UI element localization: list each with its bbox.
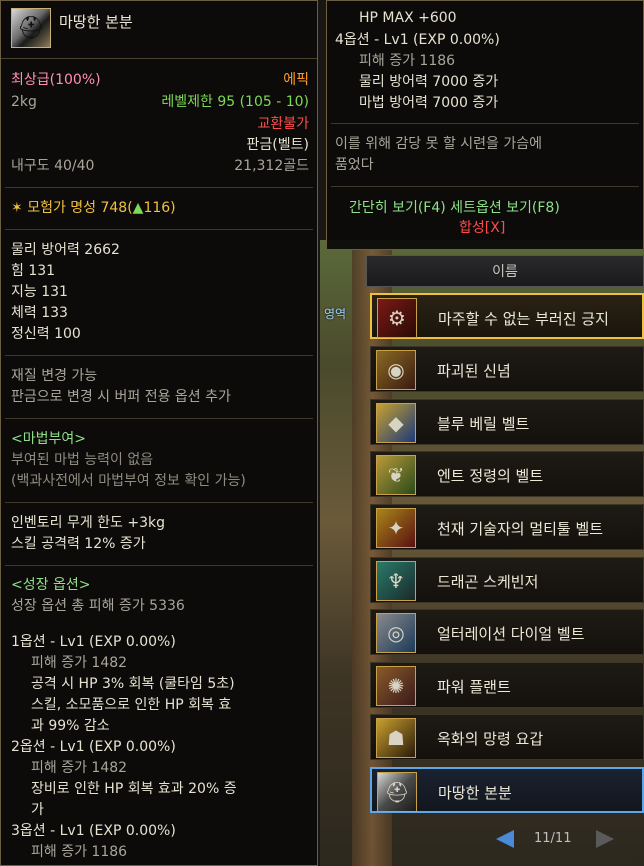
list-item[interactable]: ♆ 드래곤 스케빈저 (370, 557, 644, 603)
level-limit: 레벨제한 95 (105 - 10) (161, 94, 309, 110)
scene-tag: 영역 (324, 307, 347, 321)
item-tooltip: ⛑ 마땅한 본분 최상급(100%) 에픽 2kg 레벨제한 95 (105 -… (0, 0, 318, 866)
fame-delta: 116) (143, 200, 176, 216)
list-item[interactable]: ◎ 얼터레이션 다이얼 벨트 (370, 609, 644, 655)
divider (5, 565, 313, 566)
flavor-text: 이를 위해 감당 못 할 시련을 가슴에 (335, 136, 543, 152)
option-line: 과 99% 감소 (31, 718, 110, 734)
fame-value: 모험가 명성 748( (27, 200, 133, 216)
list-item[interactable]: ◉ 파괴된 신념 (370, 346, 644, 392)
item-tooltip-continued: HP MAX +600 4옵션 - Lv1 (EXP 0.00%) 피해 증가 … (326, 0, 644, 250)
list-item-label: 얼터레이션 다이얼 벨트 (437, 625, 585, 643)
enchant-line: 부여된 마법 능력이 없음 (11, 452, 154, 468)
divider (5, 229, 313, 230)
extra-line: 인벤토리 무게 한도 +3kg (11, 515, 166, 531)
list-item-label: 마땅한 본분 (438, 784, 512, 802)
page-indicator: 11/11 (534, 831, 572, 846)
belt-blue-icon: ◆ (376, 403, 416, 443)
belt-dial-icon: ◎ (376, 613, 416, 653)
option-header: 4옵션 - Lv1 (EXP 0.00%) (335, 32, 500, 48)
tooltip-header: ⛑ 마땅한 본분 (1, 1, 317, 59)
hp-max-line: HP MAX +600 (359, 10, 457, 26)
item-rarity: 에픽 (283, 72, 309, 88)
item-weight: 2kg (11, 94, 37, 110)
divider (331, 123, 639, 124)
flavor-text: 품었다 (335, 157, 374, 173)
belt-red-icon: ⚙ (377, 298, 417, 338)
prev-page-icon[interactable] (496, 830, 514, 848)
list-item[interactable]: ⚙ 마주할 수 없는 부러진 긍지 (370, 293, 644, 339)
name-column-header[interactable]: 이름 (366, 255, 644, 287)
stat-line: 힘 131 (11, 263, 56, 279)
enchant-title: <마법부여> (11, 431, 86, 447)
option-line: 피해 증가 1482 (31, 760, 128, 776)
item-category: 판금(벨트) (246, 137, 309, 153)
stat-line: 정신력 100 (11, 326, 81, 342)
list-item[interactable]: ⛑ 마땅한 본분 (370, 767, 644, 813)
option-line: 마법 방어력 7000 증가 (359, 95, 499, 111)
enchant-line: (백과사전에서 마법부여 정보 확인 가능) (11, 473, 246, 489)
option-line: 피해 증가 1186 (31, 844, 128, 860)
craft-shortcut[interactable]: 합성[X] (459, 219, 505, 237)
option-line: 물리 방어력 7000 증가 (359, 74, 499, 90)
option-header: 3옵션 - Lv1 (EXP 0.00%) (11, 823, 176, 839)
list-item[interactable]: ✦ 천재 기술자의 멀티툴 벨트 (370, 504, 644, 550)
divider (331, 186, 639, 187)
fame-icon: ✶ (11, 200, 23, 216)
divider (5, 502, 313, 503)
list-item-label: 천재 기술자의 멀티툴 벨트 (437, 520, 604, 538)
list-item[interactable]: ❦ 엔트 정령의 벨트 (370, 451, 644, 497)
durability: 내구도 40/40 (11, 158, 95, 174)
stat-line: 지능 131 (11, 284, 68, 300)
stat-line: 물리 방어력 2662 (11, 242, 120, 258)
divider (5, 355, 313, 356)
belt-jaw-icon: ☗ (376, 718, 416, 758)
list-item-label: 파괴된 신념 (437, 362, 511, 380)
fame-line: ✶ 모험가 명성 748(▲116) (11, 199, 176, 217)
list-item-label: 드래곤 스케빈저 (437, 573, 539, 591)
divider (5, 187, 313, 188)
list-item-label: 엔트 정령의 벨트 (437, 467, 544, 485)
item-grade: 최상급(100%) (11, 72, 101, 88)
list-item[interactable]: ✺ 파워 플랜트 (370, 662, 644, 708)
option-line: 가 (31, 802, 44, 818)
belt-plant-icon: ✺ (376, 666, 416, 706)
pager: 11/11 (496, 826, 626, 852)
option-line: 공격 시 HP 3% 회복 (쿨타임 5초) (31, 676, 235, 692)
option-line: 피해 증가 1482 (31, 655, 128, 671)
item-price: 21,312골드 (234, 158, 309, 174)
list-item[interactable]: ◆ 블루 베릴 벨트 (370, 399, 644, 445)
option-line: 피해 증가 1186 (359, 53, 456, 69)
material-line: 재질 변경 가능 (11, 368, 98, 384)
option-line: 장비로 인한 HP 회복 효과 20% 증 (31, 781, 237, 797)
up-arrow-icon: ▲ (132, 200, 144, 216)
divider (5, 418, 313, 419)
belt-eye-icon: ◉ (376, 350, 416, 390)
growth-title: <성장 옵션> (11, 577, 91, 593)
list-item-label: 파워 플랜트 (437, 678, 511, 696)
material-line: 판금으로 변경 시 버퍼 전용 옵션 추가 (11, 389, 231, 405)
belt-dragon-icon: ♆ (376, 561, 416, 601)
belt-tool-icon: ✦ (376, 508, 416, 548)
growth-total: 성장 옵션 총 피해 증가 5336 (11, 598, 185, 614)
option-line: 스킬, 소모품으로 인한 HP 회복 효 (31, 697, 232, 713)
stat-line: 체력 133 (11, 305, 68, 321)
option-header: 1옵션 - Lv1 (EXP 0.00%) (11, 634, 176, 650)
option-header: 2옵션 - Lv1 (EXP 0.00%) (11, 739, 176, 755)
trade-status: 교환불가 (257, 116, 309, 132)
extra-line: 스킬 공격력 12% 증가 (11, 536, 146, 552)
item-name: 마땅한 본분 (59, 13, 133, 31)
helmet-icon: ⛑ (11, 8, 51, 48)
list-item-label: 블루 베릴 벨트 (437, 415, 530, 433)
list-item[interactable]: ☗ 옥화의 망령 요갑 (370, 714, 644, 760)
belt-helmet-icon: ⛑ (377, 772, 417, 812)
next-page-icon[interactable] (596, 830, 614, 848)
view-shortcuts[interactable]: 간단히 보기(F4) 세트옵션 보기(F8) (349, 199, 560, 217)
list-item-label: 마주할 수 없는 부러진 긍지 (438, 310, 609, 328)
list-item-label: 옥화의 망령 요갑 (437, 730, 544, 748)
belt-leaf-icon: ❦ (376, 455, 416, 495)
